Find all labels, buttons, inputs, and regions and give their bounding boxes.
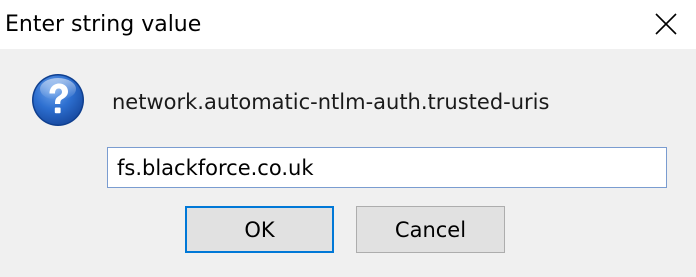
- cancel-button[interactable]: Cancel: [356, 206, 505, 253]
- close-icon: [655, 13, 677, 35]
- question-icon: [32, 74, 84, 126]
- string-value-input[interactable]: [107, 147, 667, 188]
- string-value-dialog: Enter string value network.automatic-ntl…: [0, 0, 696, 277]
- window-title: Enter string value: [5, 12, 202, 37]
- preference-name-label: network.automatic-ntlm-auth.trusted-uris: [112, 90, 550, 114]
- ok-button[interactable]: OK: [185, 206, 334, 253]
- title-bar[interactable]: Enter string value: [0, 0, 696, 49]
- close-button[interactable]: [636, 0, 696, 49]
